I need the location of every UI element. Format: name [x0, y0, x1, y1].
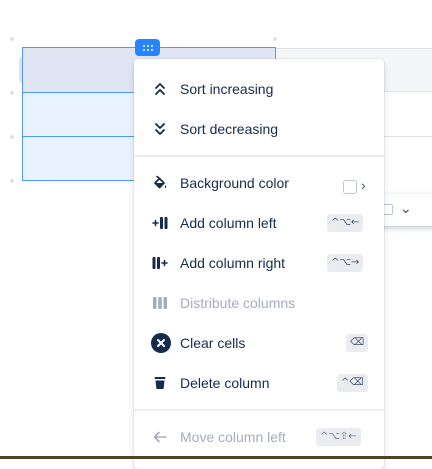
menu-item-background-color[interactable]: Background color ›	[134, 163, 384, 203]
menu-item-label: Move column left	[180, 429, 286, 445]
column-options-handle[interactable]	[135, 39, 160, 56]
menu-item-label: Sort increasing	[180, 81, 274, 97]
menu-item-add-column-left[interactable]: Add column left ^⌥←	[134, 203, 384, 243]
column-context-menu: Sort increasing Sort decreasing Backgrou…	[134, 59, 384, 469]
keyboard-shortcut: ^⌥→	[327, 254, 364, 272]
menu-item-sort-increasing[interactable]: Sort increasing	[134, 69, 384, 109]
resize-dot	[273, 37, 277, 41]
add-column-left-icon	[152, 215, 168, 231]
cross-circle-icon	[151, 333, 171, 353]
add-column-right-icon	[152, 255, 168, 271]
trash-icon	[152, 375, 168, 391]
menu-item-add-column-right[interactable]: Add column right ^⌥→	[134, 243, 384, 283]
resize-dot	[10, 135, 14, 139]
keyboard-shortcut: ^⌫	[337, 374, 368, 392]
menu-item-sort-decreasing[interactable]: Sort decreasing	[134, 109, 384, 149]
color-swatch	[343, 180, 357, 194]
keyboard-shortcut: ⌫	[346, 334, 369, 352]
keyboard-shortcut: ^⌥⇧←	[316, 428, 361, 446]
paint-bucket-icon	[152, 175, 168, 191]
chevron-down-icon[interactable]: ⌄	[400, 200, 412, 217]
resize-dot	[10, 37, 14, 41]
resize-dot	[10, 179, 14, 183]
menu-item-label: Add column left	[180, 215, 277, 231]
menu-item-move-column-left[interactable]: Move column left ^⌥⇧←	[134, 417, 384, 457]
menu-item-delete-column[interactable]: Delete column ^⌫	[134, 363, 384, 403]
chevron-right-icon: ›	[361, 177, 366, 193]
drag-dots-icon	[142, 44, 153, 51]
menu-divider	[134, 409, 384, 411]
menu-item-label: Clear cells	[180, 335, 246, 351]
keyboard-shortcut: ^⌥←	[327, 214, 364, 232]
chevrons-up-icon	[152, 81, 168, 97]
menu-divider	[134, 155, 384, 157]
menu-item-label: Delete column	[180, 375, 270, 391]
resize-dot	[10, 91, 14, 95]
menu-item-clear-cells[interactable]: Clear cells ⌫	[134, 323, 384, 363]
chevrons-down-icon	[152, 121, 168, 137]
menu-item-label: Background color	[180, 175, 289, 191]
menu-item-label: Add column right	[180, 255, 286, 271]
distribute-columns-icon	[152, 295, 168, 311]
menu-item-distribute-columns[interactable]: Distribute columns	[134, 283, 384, 323]
menu-item-label: Sort decreasing	[180, 121, 279, 137]
arrow-left-icon	[152, 429, 168, 445]
menu-item-label: Distribute columns	[180, 295, 296, 311]
